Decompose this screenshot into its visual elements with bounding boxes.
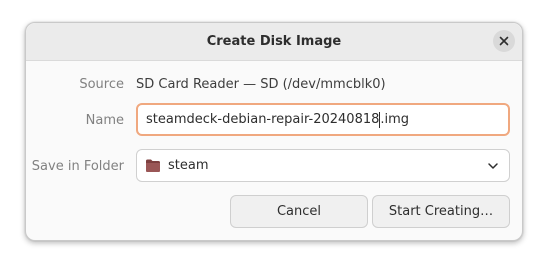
- name-label: Name: [85, 113, 124, 128]
- save-in-folder-label: Save in Folder: [31, 159, 124, 174]
- source-value: SD Card Reader — SD (/dev/mmcblk0): [136, 77, 386, 92]
- name-input[interactable]: steamdeck-debian-repair-20240818 .img: [136, 103, 510, 136]
- name-input-text-before-cursor: steamdeck-debian-repair-20240818: [146, 112, 380, 127]
- folder-name: steam: [168, 158, 209, 173]
- close-button[interactable]: [493, 30, 515, 52]
- dialog-titlebar: Create Disk Image: [26, 23, 522, 61]
- dialog-title: Create Disk Image: [206, 34, 342, 49]
- close-icon: [499, 36, 509, 46]
- create-disk-image-dialog: Create Disk Image Source SD Card Reader …: [25, 22, 523, 241]
- save-in-folder-dropdown[interactable]: steam: [136, 149, 510, 182]
- start-creating-button[interactable]: Start Creating…: [372, 195, 510, 228]
- cancel-button[interactable]: Cancel: [230, 195, 368, 228]
- chevron-down-icon: [488, 163, 498, 169]
- source-label: Source: [79, 77, 124, 92]
- name-input-text-after-cursor: .img: [380, 112, 410, 127]
- folder-icon: [146, 159, 160, 172]
